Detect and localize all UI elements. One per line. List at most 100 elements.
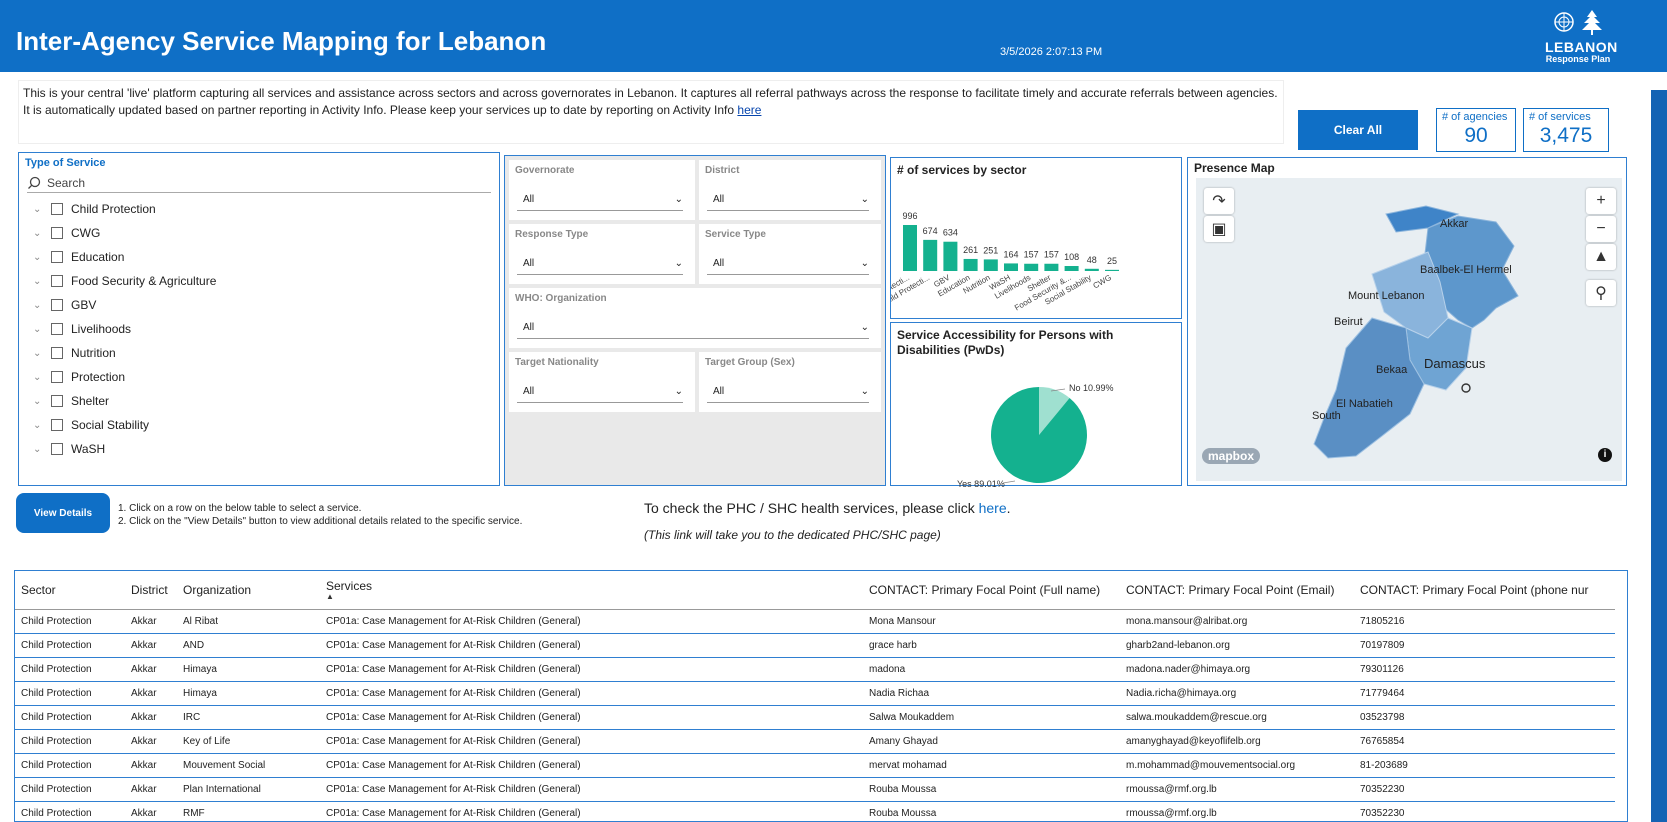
bar[interactable]	[1105, 269, 1119, 271]
chevron-down-icon[interactable]: ⌄	[33, 252, 43, 263]
column-header[interactable]: Sector	[15, 571, 125, 610]
table-cell: amanyghayad@keyoflifelb.org	[1120, 729, 1354, 754]
checkbox[interactable]	[51, 203, 63, 215]
slicer-search[interactable]: Search	[27, 173, 491, 193]
bar[interactable]	[1044, 263, 1059, 271]
table-cell: Child Protection	[15, 753, 125, 778]
chevron-down-icon[interactable]: ⌄	[33, 420, 43, 431]
chevron-down-icon[interactable]: ⌄	[33, 228, 43, 239]
column-header[interactable]: Services ▲	[320, 571, 863, 610]
table-row[interactable]: Child Protection Akkar Mouvement Social CP0…	[15, 753, 1615, 778]
checkbox[interactable]	[51, 227, 63, 239]
slicer-item-education[interactable]: ⌄ Education	[19, 245, 499, 269]
slicer-item-shelter[interactable]: ⌄ Shelter	[19, 389, 499, 413]
table-row[interactable]: Child Protection Akkar RMF CP01a: Case Mana…	[15, 801, 1615, 821]
bar[interactable]	[963, 258, 978, 271]
checkbox[interactable]	[51, 371, 63, 383]
table-row[interactable]: Child Protection Akkar Plan International C…	[15, 777, 1615, 802]
column-header[interactable]: CONTACT: Primary Focal Point (phone nur	[1354, 571, 1615, 610]
map-label-mount-lebanon: Mount Lebanon	[1348, 290, 1425, 302]
governorate-dropdown[interactable]: All ⌄	[517, 189, 683, 211]
checkbox[interactable]	[51, 299, 63, 311]
table-cell: madona.nader@himaya.org	[1120, 657, 1354, 682]
slicer-item-nutrition[interactable]: ⌄ Nutrition	[19, 341, 499, 365]
pie-slice-yes[interactable]	[991, 387, 1087, 483]
slicer-item-child-protection[interactable]: ⌄ Child Protection	[19, 197, 499, 221]
reset-rotate-icon[interactable]: ↷	[1204, 188, 1234, 214]
selection-icon[interactable]: ▣	[1204, 216, 1234, 242]
chevron-down-icon[interactable]: ⌄	[33, 300, 43, 311]
compass-icon[interactable]: ▲	[1586, 244, 1616, 270]
phc-suffix: .	[1006, 500, 1011, 516]
view-details-button[interactable]: View Details	[16, 493, 110, 533]
right-scroll-rail[interactable]	[1651, 90, 1667, 822]
bar[interactable]	[983, 259, 998, 271]
slicer-item-livelihoods[interactable]: ⌄ Livelihoods	[19, 317, 499, 341]
bar[interactable]	[1084, 268, 1099, 271]
checkbox[interactable]	[51, 419, 63, 431]
table-row[interactable]: Child Protection Akkar AND CP01a: Case Mana…	[15, 633, 1615, 658]
table-row[interactable]: Child Protection Akkar Key of Life CP01a: C…	[15, 729, 1615, 754]
slicer-item-cwg[interactable]: ⌄ CWG	[19, 221, 499, 245]
bar-data-label: 251	[983, 245, 998, 255]
checkbox[interactable]	[51, 395, 63, 407]
checkbox[interactable]	[51, 251, 63, 263]
service-type-dropdown[interactable]: All ⌄	[707, 253, 869, 275]
table-cell: CP01a: Case Management for At-Risk Child…	[320, 633, 863, 658]
chevron-down-icon[interactable]: ⌄	[33, 276, 43, 287]
slicer-item-protection[interactable]: ⌄ Protection	[19, 365, 499, 389]
column-header[interactable]: District	[125, 571, 177, 610]
table-row[interactable]: Child Protection Akkar IRC CP01a: Case Mana…	[15, 705, 1615, 730]
table-row[interactable]: Child Protection Akkar Himaya CP01a: Case M…	[15, 681, 1615, 706]
table-row[interactable]: Child Protection Akkar Himaya CP01a: Case M…	[15, 657, 1615, 682]
table-cell: rmoussa@rmf.org.lb	[1120, 801, 1354, 821]
target-group-dropdown[interactable]: All ⌄	[707, 381, 869, 403]
phc-link-box: To check the PHC / SHC health services, …	[636, 490, 1182, 564]
slicer-item-gbv[interactable]: ⌄ GBV	[19, 293, 499, 317]
phc-link[interactable]: here	[979, 500, 1007, 516]
chevron-down-icon[interactable]: ⌄	[33, 204, 43, 215]
clear-all-button[interactable]: Clear All	[1298, 110, 1418, 150]
sort-ascending-icon[interactable]: ▲	[326, 592, 857, 601]
column-header[interactable]: CONTACT: Primary Focal Point (Email)	[1120, 571, 1354, 610]
bar[interactable]	[903, 225, 917, 271]
map-search-icon[interactable]: ⚲	[1586, 280, 1616, 306]
bar-chart-svg: 996Protecti...674Child Protecti...634GBV…	[877, 211, 1119, 313]
zoom-in-button[interactable]: +	[1586, 188, 1616, 214]
organization-dropdown[interactable]: All ⌄	[517, 317, 869, 339]
district-dropdown[interactable]: All ⌄	[707, 189, 869, 211]
chevron-down-icon[interactable]: ⌄	[33, 348, 43, 359]
target-nationality-dropdown[interactable]: All ⌄	[517, 381, 683, 403]
checkbox[interactable]	[51, 275, 63, 287]
service-type-filter: Service Type All ⌄	[699, 224, 881, 284]
activity-info-link[interactable]: here	[737, 103, 761, 117]
services-kpi-label: # of services	[1529, 111, 1591, 123]
chevron-down-icon[interactable]: ⌄	[33, 324, 43, 335]
table-cell: CP01a: Case Management for At-Risk Child…	[320, 657, 863, 682]
bar[interactable]	[923, 239, 938, 271]
column-header[interactable]: Organization	[177, 571, 320, 610]
chevron-down-icon[interactable]: ⌄	[33, 444, 43, 455]
bar[interactable]	[1024, 263, 1039, 271]
zoom-out-button[interactable]: −	[1586, 216, 1616, 242]
phc-line-1: To check the PHC / SHC health services, …	[644, 500, 1174, 516]
bar[interactable]	[943, 241, 958, 271]
bar[interactable]	[1004, 263, 1018, 271]
bar-data-label: 164	[1003, 249, 1018, 259]
map-canvas[interactable]: ↷ ▣ + − ▲ ⚲ Akkar Baalbek-El Hermel Moun…	[1196, 178, 1622, 481]
checkbox[interactable]	[51, 347, 63, 359]
presence-map[interactable]: Presence Map ↷ ▣ + − ▲ ⚲ Akkar Baalbek-E…	[1187, 157, 1627, 486]
slicer-item-wash[interactable]: ⌄ WaSH	[19, 437, 499, 461]
chevron-down-icon: ⌄	[860, 322, 869, 333]
slicer-item-food-security-agriculture[interactable]: ⌄ Food Security & Agriculture	[19, 269, 499, 293]
column-header[interactable]: CONTACT: Primary Focal Point (Full name)	[863, 571, 1120, 610]
chevron-down-icon[interactable]: ⌄	[33, 396, 43, 407]
bar[interactable]	[1064, 266, 1079, 271]
table-row[interactable]: Child Protection Akkar Al Ribat CP01a: Case…	[15, 609, 1615, 634]
response-type-dropdown[interactable]: All ⌄	[517, 253, 683, 275]
checkbox[interactable]	[51, 443, 63, 455]
checkbox[interactable]	[51, 323, 63, 335]
chevron-down-icon[interactable]: ⌄	[33, 372, 43, 383]
info-icon[interactable]: i	[1598, 448, 1612, 462]
slicer-item-social-stability[interactable]: ⌄ Social Stability	[19, 413, 499, 437]
